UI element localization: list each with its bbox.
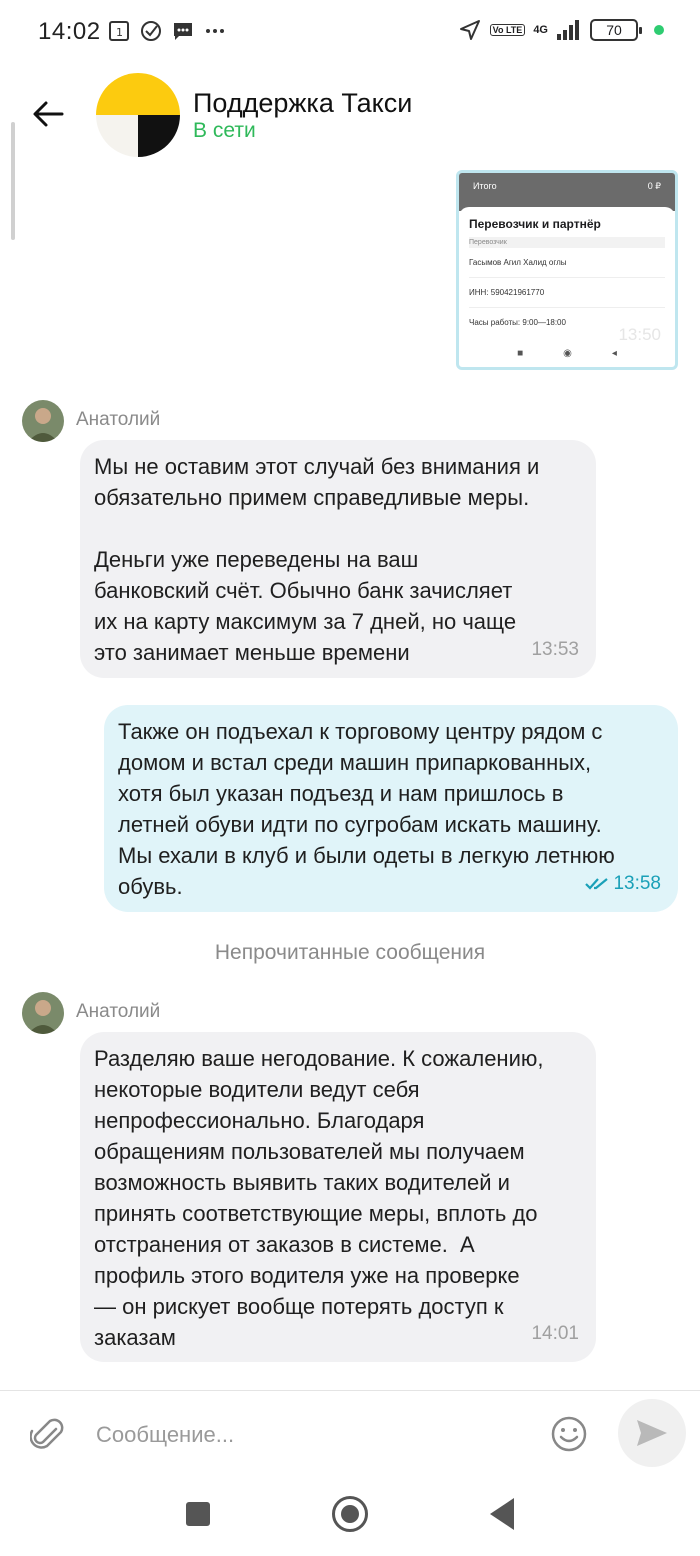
outgoing-message[interactable]: Также он подъехал к торговому центру ряд… bbox=[104, 705, 678, 912]
incoming-message[interactable]: Разделяю ваше негодование. К сожалению, … bbox=[80, 1032, 596, 1362]
avatar[interactable] bbox=[22, 400, 64, 442]
attachment-total-label: Итого bbox=[473, 181, 497, 191]
sender-name: Анатолий bbox=[76, 409, 161, 430]
message-time: 13:58 bbox=[613, 873, 661, 894]
message-time: 13:53 bbox=[531, 639, 579, 660]
send-icon bbox=[637, 1420, 667, 1446]
attachment-time: 13:50 bbox=[618, 325, 661, 344]
attachment-nav: ■ ◉ ◂ bbox=[517, 348, 617, 359]
system-back-button[interactable] bbox=[490, 1498, 514, 1530]
recents-button[interactable] bbox=[186, 1502, 210, 1526]
message-composer bbox=[0, 1390, 700, 1478]
message-icon bbox=[174, 23, 192, 40]
network-type: 4G bbox=[533, 24, 548, 36]
avatar[interactable] bbox=[22, 992, 64, 1034]
svg-text:1: 1 bbox=[116, 26, 123, 39]
attachment-caption: Перевозчик bbox=[469, 237, 665, 248]
double-check-icon bbox=[585, 877, 609, 890]
attachment-row: Гасымов Агил Халид оглы bbox=[469, 248, 665, 278]
message-text: Разделяю ваше негодование. К сожалению, … bbox=[94, 1046, 544, 1350]
send-button[interactable] bbox=[618, 1399, 686, 1467]
incoming-message[interactable]: Мы не оставим этот случай без внимания и… bbox=[80, 440, 596, 678]
check-circle-icon bbox=[141, 21, 161, 41]
sender-name: Анатолий bbox=[76, 1001, 161, 1022]
status-bar: 14:02 1 Vo LTE 4G 70 bbox=[0, 0, 700, 64]
system-nav-bar bbox=[0, 1478, 700, 1556]
screenshot-attachment[interactable]: Итого 0 ₽ Перевозчик и партнёр Перевозчи… bbox=[456, 170, 678, 370]
sim-notification-icon: 1 bbox=[109, 21, 129, 41]
location-arrow-icon bbox=[459, 20, 480, 40]
message-time-read: 13:58 bbox=[585, 868, 661, 899]
battery-icon: 70 bbox=[590, 19, 642, 41]
message-text: Также он подъехал к торговому центру ряд… bbox=[118, 719, 615, 899]
attachment-total-value: 0 ₽ bbox=[647, 181, 661, 191]
online-status: В сети bbox=[193, 119, 256, 142]
attachment-sheet: Перевозчик и партнёр Перевозчик Гасымов … bbox=[459, 207, 675, 337]
volte-badge: Vo LTE bbox=[489, 24, 526, 36]
emoji-icon[interactable] bbox=[550, 1415, 588, 1453]
scroll-indicator[interactable] bbox=[11, 122, 15, 240]
privacy-indicator bbox=[654, 25, 664, 35]
message-time: 14:01 bbox=[531, 1323, 579, 1344]
chat-title: Поддержка Такси bbox=[193, 88, 413, 118]
chat-header: Поддержка Такси В сети bbox=[0, 64, 700, 168]
signal-icon bbox=[557, 20, 579, 40]
home-button[interactable] bbox=[332, 1496, 368, 1532]
more-icon bbox=[206, 29, 224, 33]
attachment-heading: Перевозчик и партнёр bbox=[469, 217, 601, 231]
taxi-logo-avatar[interactable] bbox=[96, 73, 180, 157]
back-arrow-icon[interactable] bbox=[30, 96, 66, 132]
paperclip-icon[interactable] bbox=[30, 1415, 66, 1455]
attachment-total-bar: Итого 0 ₽ bbox=[459, 173, 675, 211]
unread-divider: Непрочитанные сообщения bbox=[214, 941, 486, 964]
attachment-row: ИНН: 590421961770 bbox=[469, 278, 665, 308]
status-time: 14:02 bbox=[38, 18, 101, 45]
battery-level: 70 bbox=[606, 22, 622, 38]
message-input[interactable] bbox=[96, 1413, 526, 1457]
message-text: Мы не оставим этот случай без внимания и… bbox=[94, 454, 540, 665]
